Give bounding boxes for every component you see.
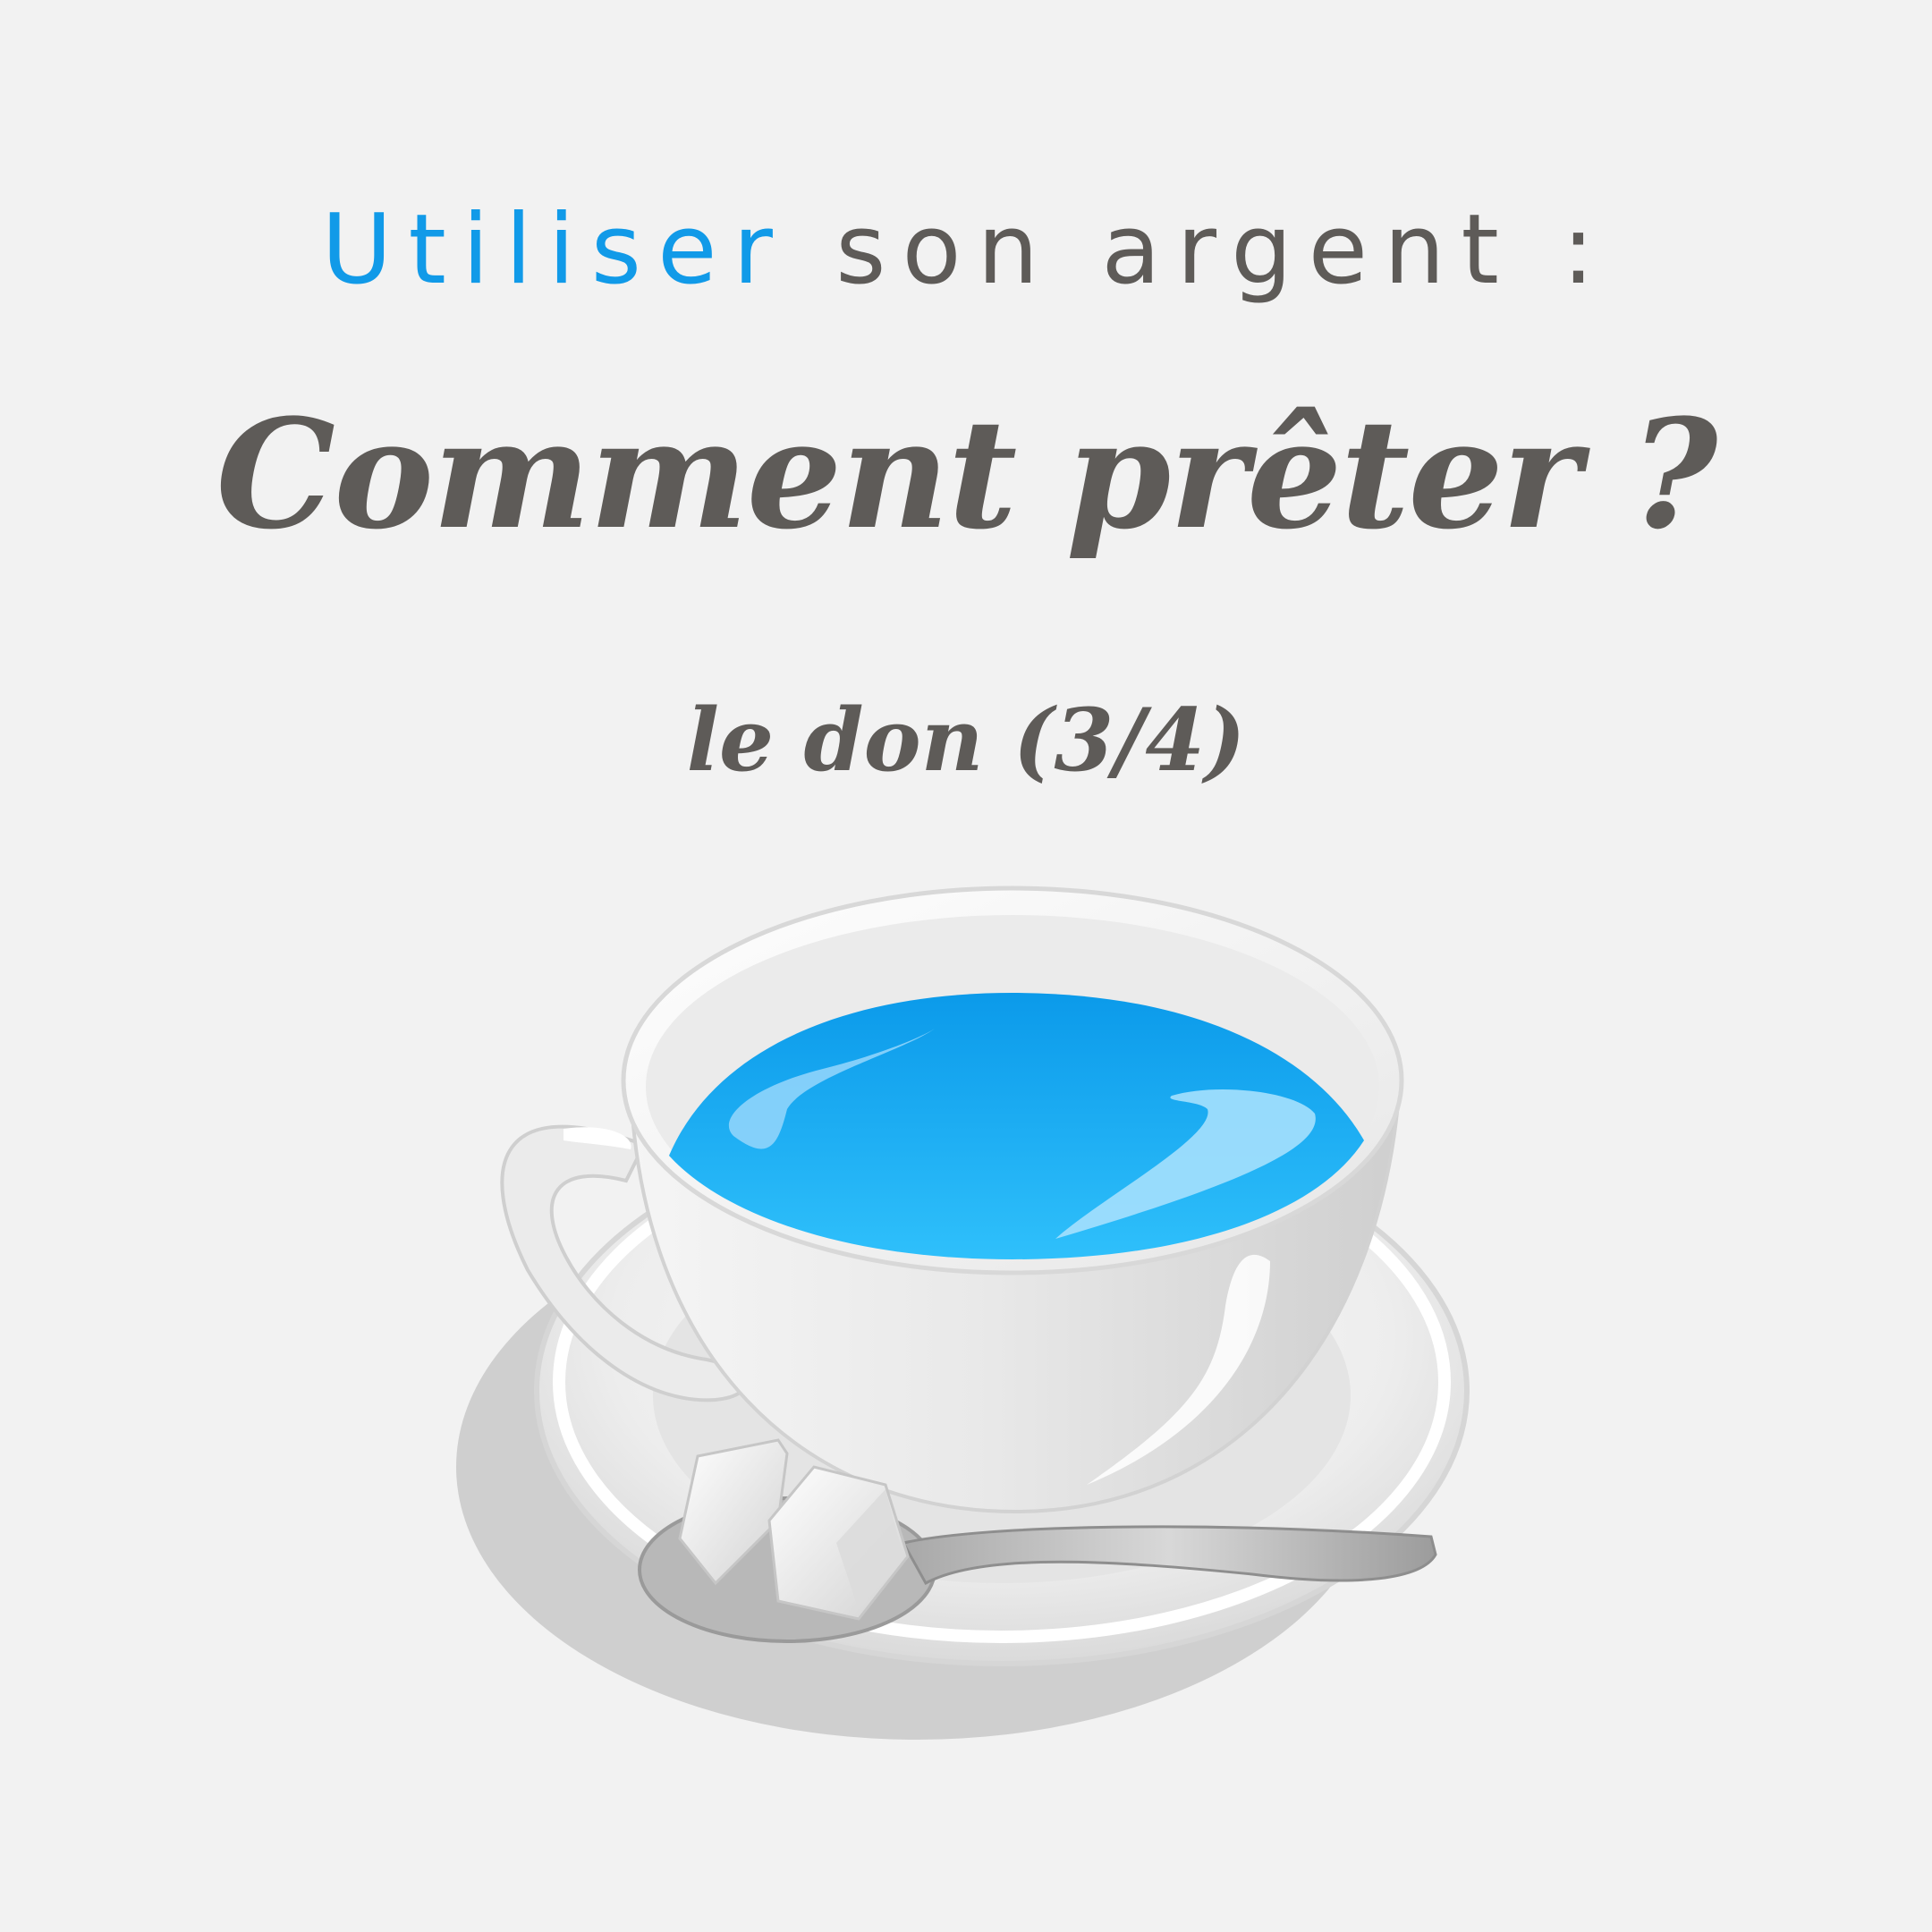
teacup-with-sugar-cubes-icon <box>456 886 1470 1740</box>
